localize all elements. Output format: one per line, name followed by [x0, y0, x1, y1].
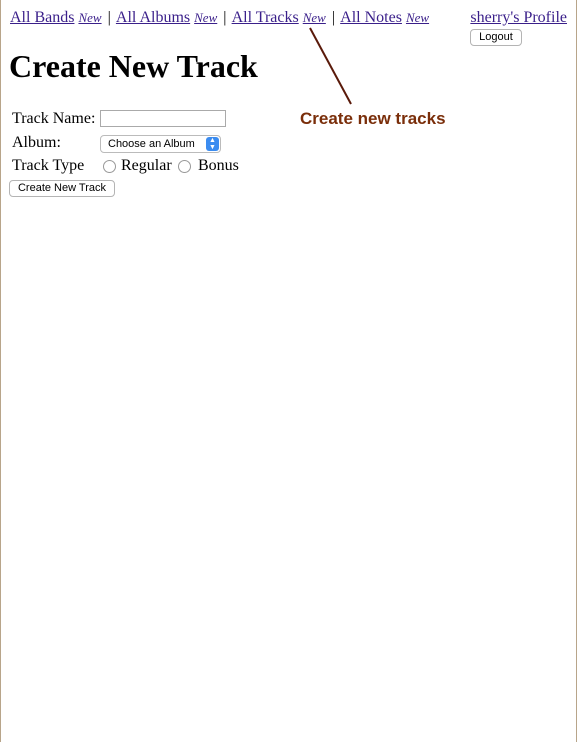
- annotation-label: Create new tracks: [300, 109, 446, 128]
- annotation-arrow: [309, 27, 352, 105]
